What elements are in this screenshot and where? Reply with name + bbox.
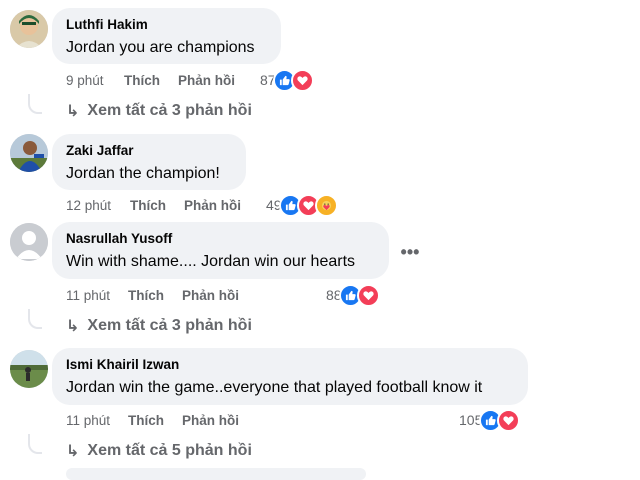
avatar[interactable] [10, 223, 48, 261]
like-button[interactable]: Thích [130, 198, 166, 213]
next-comment-bubble [66, 468, 366, 480]
comment-author[interactable]: Ismi Khairil Izwan [66, 356, 514, 373]
like-button[interactable]: Thích [128, 288, 164, 303]
comment-time[interactable]: 11 phút [66, 288, 128, 303]
reply-arrow-icon: ↳ [66, 443, 80, 460]
reaction-summary[interactable]: 87 [260, 68, 314, 92]
reaction-summary[interactable]: 88 [326, 283, 380, 307]
comment-author[interactable]: Nasrullah Yusoff [66, 230, 375, 247]
view-replies-label: Xem tất cả 3 phản hồi [87, 102, 252, 119]
reply-arrow-icon: ↳ [66, 318, 80, 335]
reply-thread-line [28, 434, 42, 454]
like-button[interactable]: Thích [124, 73, 160, 88]
comment-bubble: Luthfi Hakim Jordan you are champions [52, 8, 281, 64]
reply-thread-line [28, 309, 42, 329]
view-replies-button[interactable]: ↳ Xem tất cả 3 phản hồi [66, 100, 252, 122]
reaction-summary[interactable]: 49 [266, 193, 338, 217]
avatar[interactable] [10, 10, 48, 48]
comment-text: Jordan you are champions [66, 39, 255, 56]
more-options-button[interactable]: ••• [398, 243, 422, 268]
avatar[interactable] [10, 350, 48, 388]
comment-time[interactable]: 12 phút [66, 198, 130, 213]
comment-time[interactable]: 9 phút [66, 73, 124, 88]
reply-button[interactable]: Phản hồi [178, 73, 235, 88]
view-replies-label: Xem tất cả 3 phản hồi [87, 317, 252, 334]
comment-author[interactable]: Zaki Jaffar [66, 142, 232, 159]
love-icon [290, 68, 314, 92]
comment-actions: 12 phút Thích Phản hồi [66, 195, 259, 215]
view-replies-button[interactable]: ↳ Xem tất cả 3 phản hồi [66, 315, 252, 337]
reply-arrow-icon: ↳ [66, 103, 80, 120]
like-button[interactable]: Thích [128, 413, 164, 428]
comment-text: Win with shame.... Jordan win our hearts [66, 253, 356, 270]
reply-thread-line [28, 94, 42, 114]
comment-bubble: Ismi Khairil Izwan Jordan win the game..… [52, 348, 528, 405]
comment-bubble: Nasrullah Yusoff Win with shame.... Jord… [52, 222, 389, 279]
love-icon [497, 408, 521, 432]
comment-time[interactable]: 11 phút [66, 413, 128, 428]
avatar[interactable] [10, 134, 48, 172]
love-icon [356, 283, 380, 307]
comment-actions: 11 phút Thích Phản hồi [66, 410, 257, 430]
comment-bubble: Zaki Jaffar Jordan the champion! [52, 134, 246, 190]
reply-button[interactable]: Phản hồi [182, 288, 239, 303]
comment-actions: 11 phút Thích Phản hồi [66, 285, 257, 305]
reaction-summary[interactable]: 105 [459, 408, 521, 432]
reply-button[interactable]: Phản hồi [182, 413, 239, 428]
view-replies-label: Xem tất cả 5 phản hồi [87, 442, 252, 459]
care-icon [314, 193, 338, 217]
comment-author[interactable]: Luthfi Hakim [66, 16, 267, 33]
comment-actions: 9 phút Thích Phản hồi [66, 70, 253, 90]
view-replies-button[interactable]: ↳ Xem tất cả 5 phản hồi [66, 440, 252, 462]
reply-button[interactable]: Phản hồi [184, 198, 241, 213]
comment-text: Jordan the champion! [66, 165, 220, 182]
comment-text: Jordan win the game..everyone that playe… [66, 379, 483, 396]
